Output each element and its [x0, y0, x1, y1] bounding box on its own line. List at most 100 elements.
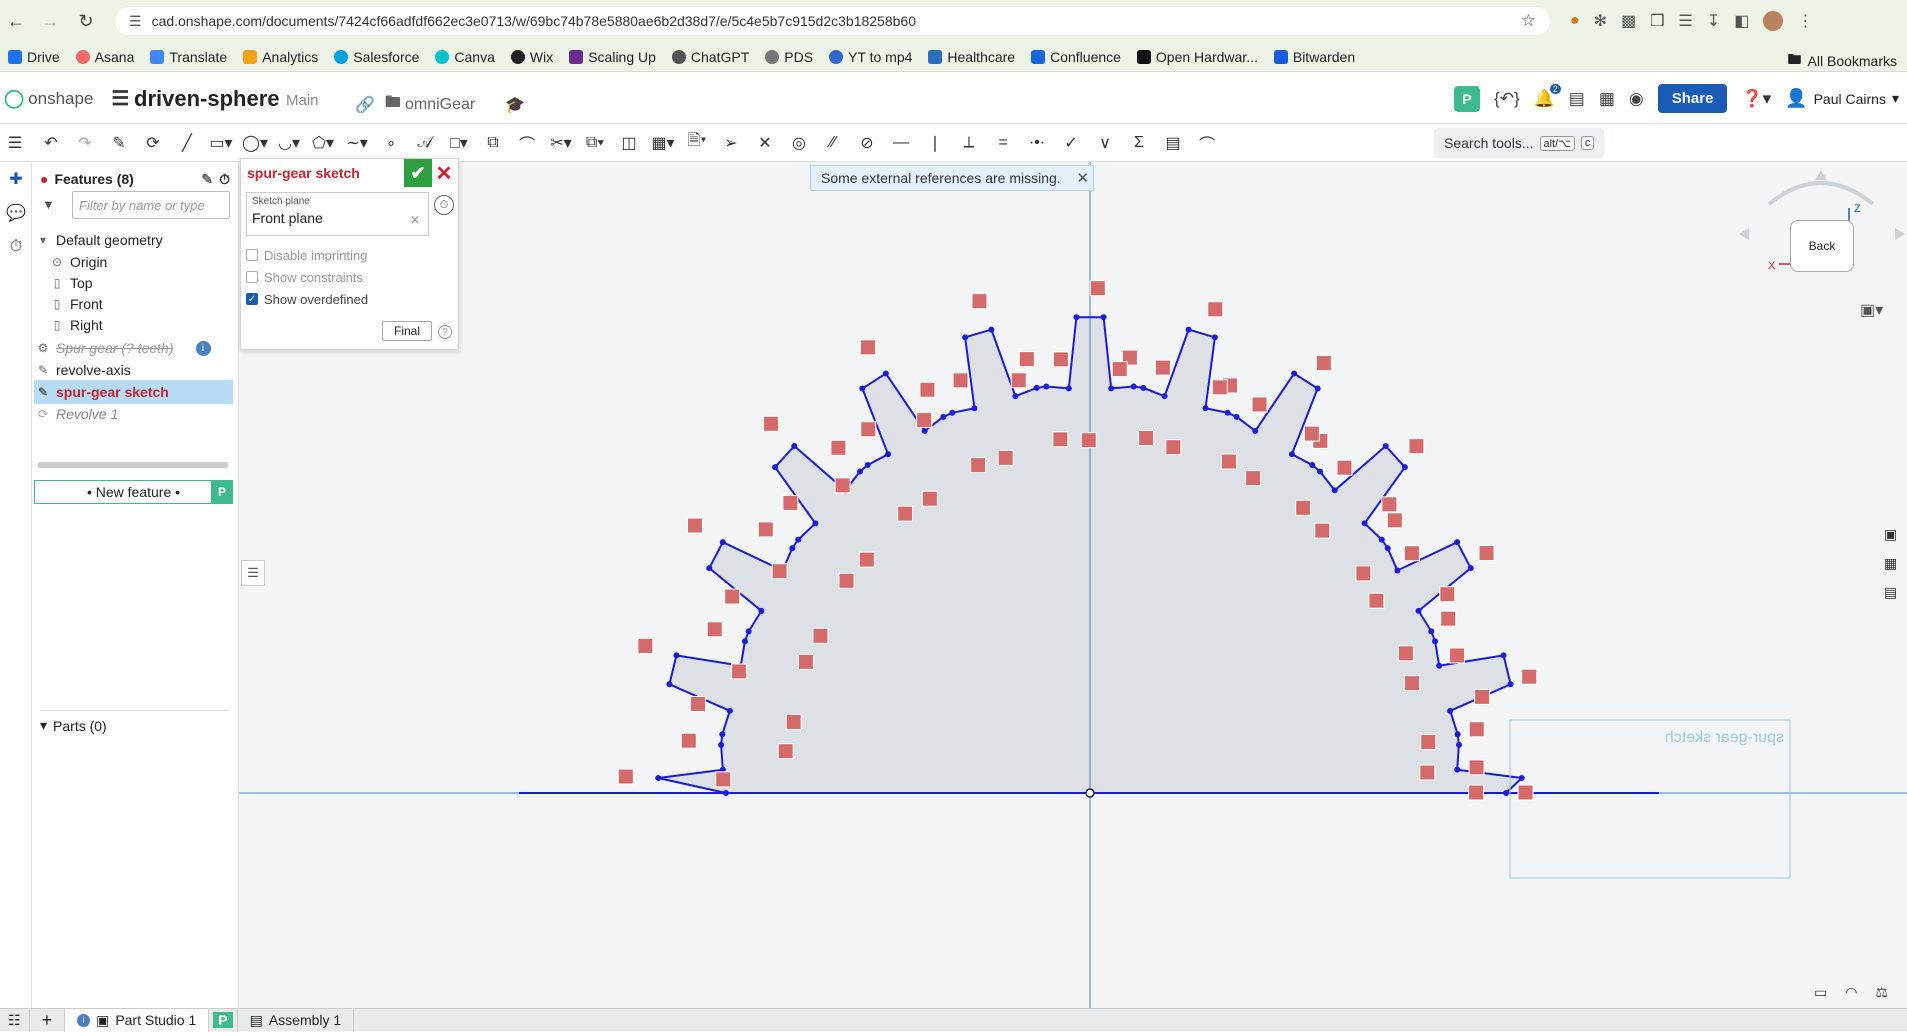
clear-selection-icon[interactable]: ✕	[410, 213, 420, 227]
constraint-icon[interactable]	[1303, 425, 1320, 442]
constraint-icon[interactable]	[637, 637, 654, 654]
constraint-icon[interactable]	[916, 412, 933, 429]
constraint-icon[interactable]	[1386, 512, 1403, 529]
sketch-point[interactable]	[1291, 370, 1298, 377]
accept-checkmark-button[interactable]: ✔	[404, 159, 432, 187]
sketch-point[interactable]	[859, 385, 866, 392]
mirror-tool-icon[interactable]: ◫	[618, 132, 640, 154]
line-tool-icon[interactable]: ╱	[176, 132, 198, 154]
notifications-bell-icon[interactable]: 🔔 2	[1534, 83, 1561, 109]
show-overdefined-checkbox[interactable]: ✓ Show overdefined	[246, 289, 368, 309]
sketch-point[interactable]	[718, 741, 725, 748]
default-geometry-group[interactable]: ▾ Default geometry	[36, 228, 236, 252]
sketch-point[interactable]	[791, 443, 798, 450]
reading-list-icon[interactable]: ☰	[1679, 11, 1693, 31]
sketch-point[interactable]	[1331, 487, 1338, 494]
constraint-icon[interactable]	[1439, 586, 1456, 603]
sketch-point[interactable]	[1518, 775, 1525, 782]
feature-filter-input[interactable]: Filter by name or type	[72, 191, 230, 219]
constraint-icon[interactable]	[1154, 359, 1171, 376]
constraint-icon[interactable]	[1440, 610, 1457, 627]
bookmark-salesforce[interactable]: Salesforce	[334, 49, 419, 65]
constraint-icon[interactable]	[1089, 280, 1106, 297]
mass-properties-icon[interactable]: ⚖	[1875, 984, 1888, 1001]
constraint-icon[interactable]	[757, 521, 774, 538]
constraint-icon[interactable]	[1468, 784, 1485, 801]
circle-tool-icon[interactable]: ◯▾	[242, 132, 268, 154]
sketch-point[interactable]	[1455, 741, 1462, 748]
versions-icon[interactable]: ▤	[1569, 89, 1585, 109]
insert-icon[interactable]: ✚	[0, 162, 32, 196]
point-tool-icon[interactable]: ∘	[380, 132, 402, 154]
constraint-icon[interactable]	[1517, 784, 1534, 801]
constraint-icon[interactable]	[797, 653, 814, 670]
sketch-point[interactable]	[1454, 539, 1461, 546]
constraint-icon[interactable]	[1449, 647, 1466, 664]
sketch-point[interactable]	[1394, 567, 1401, 574]
constraint-icon[interactable]	[777, 743, 794, 760]
bookmark-translate[interactable]: Translate	[150, 49, 227, 65]
all-bookmarks-button[interactable]: 🖿 All Bookmarks	[1788, 49, 1897, 73]
constraint-icon[interactable]	[1521, 668, 1538, 685]
constraint-icon[interactable]	[762, 415, 779, 432]
coincident-constraint-icon[interactable]: ✕	[754, 132, 776, 154]
origin-point[interactable]	[1085, 788, 1095, 798]
bookmark-asana[interactable]: Asana	[75, 49, 134, 65]
bookmark-bitwarden[interactable]: Bitwarden	[1273, 49, 1355, 65]
folder-link[interactable]: 🔗 🖿 omniGear 🎓	[355, 91, 525, 118]
sketch-point[interactable]	[1507, 681, 1514, 688]
onshape-logo[interactable]: ◯ onshape ☰	[4, 86, 129, 111]
sketch-point[interactable]	[1447, 707, 1454, 714]
sketch-point[interactable]	[1454, 766, 1461, 773]
sketch-point[interactable]	[666, 681, 673, 688]
sketch-point[interactable]	[921, 427, 928, 434]
constraint-icon[interactable]	[715, 771, 732, 788]
parts-header[interactable]: ▾ Parts (0)	[40, 710, 230, 736]
constraint-icon[interactable]	[771, 563, 788, 580]
bookmark-analytics[interactable]: Analytics	[243, 49, 318, 65]
final-button[interactable]: Final	[382, 321, 432, 341]
configuration-panel-icon[interactable]: ▦	[1884, 555, 1907, 572]
sketch-point[interactable]	[812, 520, 819, 527]
constraint-icon[interactable]	[617, 768, 634, 785]
sketch-point[interactable]	[1161, 393, 1168, 400]
sketch-point[interactable]	[1361, 520, 1368, 527]
help-icon[interactable]: ❓▾	[1741, 89, 1771, 109]
sketch-point[interactable]	[1130, 383, 1137, 390]
cancel-close-button[interactable]: ✕	[434, 161, 454, 185]
constraint-icon[interactable]	[1220, 453, 1237, 470]
search-tools-button[interactable]: Search tools... alt/⌥ c	[1434, 128, 1605, 158]
sketch-point[interactable]	[722, 790, 729, 796]
constraint-icon[interactable]	[724, 588, 741, 605]
render-studio-icon[interactable]: ◉	[1629, 89, 1644, 109]
appearance-panel-icon[interactable]: ▣	[1884, 526, 1907, 543]
equal-constraint-icon[interactable]: =	[992, 132, 1014, 154]
midpoint-icon[interactable]: ⧉	[482, 132, 504, 154]
history-clock-icon[interactable]: ⏱	[434, 195, 454, 215]
profile-avatar-icon[interactable]	[1763, 11, 1784, 31]
bookmark-confluence[interactable]: Confluence	[1031, 49, 1121, 65]
site-info-icon[interactable]: ☰	[129, 13, 142, 30]
sketch-point[interactable]	[772, 464, 779, 471]
link-icon[interactable]: 🔗	[355, 95, 375, 115]
constraint-icon[interactable]	[731, 663, 748, 680]
sketch-point[interactable]	[971, 405, 978, 412]
symmetric-constraint-icon[interactable]: Σ	[1128, 132, 1150, 154]
sketch-point[interactable]	[1317, 468, 1324, 475]
sketch-point[interactable]	[1500, 652, 1507, 659]
sketch-point[interactable]	[1288, 451, 1295, 458]
trim-tool-icon[interactable]: ✂▾	[550, 132, 572, 154]
sketch-plane-field[interactable]: Sketch plane Front plane ✕	[246, 192, 429, 236]
side-panel-icon[interactable]: ◧	[1734, 11, 1749, 31]
constraint-icon[interactable]	[782, 494, 799, 511]
back-arrow-icon[interactable]: ←	[4, 9, 28, 33]
document-title[interactable]: driven-sphere	[134, 86, 280, 112]
sketch-point[interactable]	[1432, 638, 1439, 645]
constraint-icon[interactable]	[970, 457, 987, 474]
constraint-icon[interactable]	[1165, 439, 1182, 456]
extension-icon[interactable]: ▩	[1621, 11, 1636, 31]
constraint-icon[interactable]	[858, 551, 875, 568]
bookmark-canva[interactable]: Canva	[435, 49, 495, 65]
section-view-icon[interactable]: ◠	[1845, 984, 1857, 1001]
sketch-point[interactable]	[1100, 314, 1107, 321]
